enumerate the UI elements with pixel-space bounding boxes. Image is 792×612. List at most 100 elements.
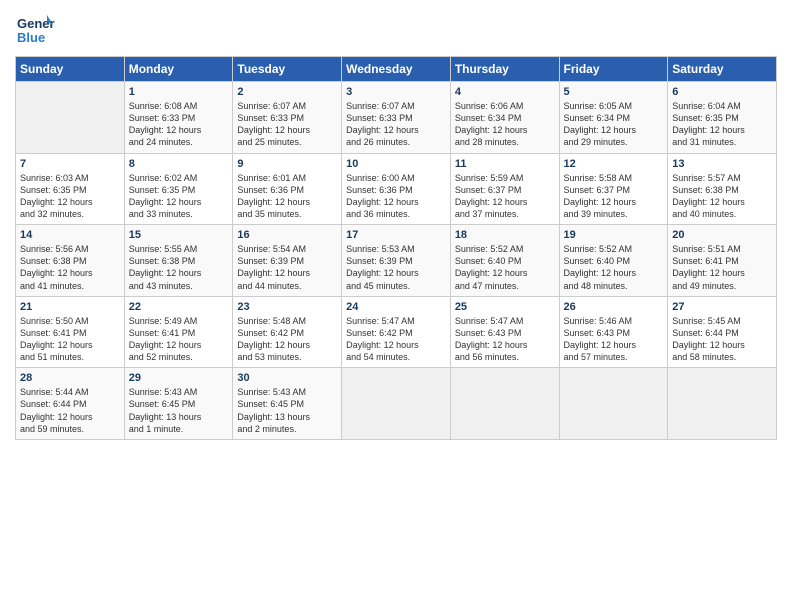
calendar-cell: 20 Sunrise: 5:51 AM Sunset: 6:41 PM Dayli… [668, 225, 777, 297]
calendar-cell: 27 Sunrise: 5:45 AM Sunset: 6:44 PM Dayli… [668, 296, 777, 368]
day-info: Sunrise: 5:46 AM Sunset: 6:43 PM Dayligh… [564, 315, 664, 364]
day-number: 24 [346, 301, 446, 313]
calendar-cell: 26 Sunrise: 5:46 AM Sunset: 6:43 PM Dayli… [559, 296, 668, 368]
day-number: 20 [672, 229, 772, 241]
week-row-5: 28 Sunrise: 5:44 AM Sunset: 6:44 PM Dayli… [16, 368, 777, 440]
col-header-wednesday: Wednesday [342, 57, 451, 82]
calendar-cell: 8Sunrise: 6:02 AM Sunset: 6:35 PM Daylig… [124, 153, 233, 225]
col-header-monday: Monday [124, 57, 233, 82]
col-header-thursday: Thursday [450, 57, 559, 82]
day-number: 25 [455, 301, 555, 313]
day-info: Sunrise: 5:49 AM Sunset: 6:41 PM Dayligh… [129, 315, 229, 364]
day-number: 15 [129, 229, 229, 241]
week-row-1: 1 Sunrise: 6:08 AM Sunset: 6:33 PM Daylig… [16, 82, 777, 154]
day-info: Sunrise: 5:53 AM Sunset: 6:39 PM Dayligh… [346, 243, 446, 292]
calendar-cell: 2Sunrise: 6:07 AM Sunset: 6:33 PM Daylig… [233, 82, 342, 154]
calendar-cell: 5 Sunrise: 6:05 AM Sunset: 6:34 PM Daylig… [559, 82, 668, 154]
day-number: 4 [455, 86, 555, 98]
calendar-cell: 13 Sunrise: 5:57 AM Sunset: 6:38 PM Dayli… [668, 153, 777, 225]
day-info: Sunrise: 5:47 AM Sunset: 6:43 PM Dayligh… [455, 315, 555, 364]
day-number: 27 [672, 301, 772, 313]
calendar-cell: 1 Sunrise: 6:08 AM Sunset: 6:33 PM Daylig… [124, 82, 233, 154]
day-number: 12 [564, 158, 664, 170]
day-info: Sunrise: 5:56 AM Sunset: 6:38 PM Dayligh… [20, 243, 120, 292]
day-info: Sunrise: 6:03 AM Sunset: 6:35 PM Dayligh… [20, 172, 120, 221]
calendar-cell [342, 368, 451, 440]
week-row-2: 7 Sunrise: 6:03 AM Sunset: 6:35 PM Daylig… [16, 153, 777, 225]
header-row: SundayMondayTuesdayWednesdayThursdayFrid… [16, 57, 777, 82]
week-row-4: 21 Sunrise: 5:50 AM Sunset: 6:41 PM Dayli… [16, 296, 777, 368]
day-info: Sunrise: 6:05 AM Sunset: 6:34 PM Dayligh… [564, 100, 664, 149]
calendar-cell [16, 82, 125, 154]
logo-icon: General Blue [15, 10, 55, 50]
calendar-cell: 30 Sunrise: 5:43 AM Sunset: 6:45 PM Dayli… [233, 368, 342, 440]
calendar-cell: 9 Sunrise: 6:01 AM Sunset: 6:36 PM Daylig… [233, 153, 342, 225]
day-info: Sunrise: 6:01 AM Sunset: 6:36 PM Dayligh… [237, 172, 337, 221]
day-number: 3 [346, 86, 446, 98]
day-number: 30 [237, 372, 337, 384]
day-info: Sunrise: 6:08 AM Sunset: 6:33 PM Dayligh… [129, 100, 229, 149]
day-info: Sunrise: 5:47 AM Sunset: 6:42 PM Dayligh… [346, 315, 446, 364]
calendar-cell: 17 Sunrise: 5:53 AM Sunset: 6:39 PM Dayli… [342, 225, 451, 297]
day-number: 2 [237, 86, 337, 98]
day-number: 22 [129, 301, 229, 313]
day-info: Sunrise: 5:59 AM Sunset: 6:37 PM Dayligh… [455, 172, 555, 221]
day-info: Sunrise: 5:57 AM Sunset: 6:38 PM Dayligh… [672, 172, 772, 221]
calendar-cell: 28 Sunrise: 5:44 AM Sunset: 6:44 PM Dayli… [16, 368, 125, 440]
col-header-sunday: Sunday [16, 57, 125, 82]
calendar-cell: 21 Sunrise: 5:50 AM Sunset: 6:41 PM Dayli… [16, 296, 125, 368]
logo: General Blue [15, 10, 59, 50]
day-number: 11 [455, 158, 555, 170]
day-info: Sunrise: 6:07 AM Sunset: 6:33 PM Dayligh… [346, 100, 446, 149]
day-number: 13 [672, 158, 772, 170]
calendar-cell: 6 Sunrise: 6:04 AM Sunset: 6:35 PM Daylig… [668, 82, 777, 154]
day-number: 5 [564, 86, 664, 98]
col-header-saturday: Saturday [668, 57, 777, 82]
calendar-cell: 19Sunrise: 5:52 AM Sunset: 6:40 PM Dayli… [559, 225, 668, 297]
calendar-cell [559, 368, 668, 440]
calendar-cell: 16 Sunrise: 5:54 AM Sunset: 6:39 PM Dayli… [233, 225, 342, 297]
calendar-cell: 7 Sunrise: 6:03 AM Sunset: 6:35 PM Daylig… [16, 153, 125, 225]
day-info: Sunrise: 6:06 AM Sunset: 6:34 PM Dayligh… [455, 100, 555, 149]
day-number: 16 [237, 229, 337, 241]
day-number: 26 [564, 301, 664, 313]
day-info: Sunrise: 5:54 AM Sunset: 6:39 PM Dayligh… [237, 243, 337, 292]
day-info: Sunrise: 5:44 AM Sunset: 6:44 PM Dayligh… [20, 386, 120, 435]
day-info: Sunrise: 5:43 AM Sunset: 6:45 PM Dayligh… [129, 386, 229, 435]
day-info: Sunrise: 6:04 AM Sunset: 6:35 PM Dayligh… [672, 100, 772, 149]
day-number: 10 [346, 158, 446, 170]
day-number: 7 [20, 158, 120, 170]
day-info: Sunrise: 5:58 AM Sunset: 6:37 PM Dayligh… [564, 172, 664, 221]
day-info: Sunrise: 5:50 AM Sunset: 6:41 PM Dayligh… [20, 315, 120, 364]
svg-text:Blue: Blue [17, 30, 45, 45]
day-info: Sunrise: 6:00 AM Sunset: 6:36 PM Dayligh… [346, 172, 446, 221]
calendar-cell: 25 Sunrise: 5:47 AM Sunset: 6:43 PM Dayli… [450, 296, 559, 368]
day-number: 29 [129, 372, 229, 384]
calendar-cell: 4 Sunrise: 6:06 AM Sunset: 6:34 PM Daylig… [450, 82, 559, 154]
day-info: Sunrise: 5:43 AM Sunset: 6:45 PM Dayligh… [237, 386, 337, 435]
calendar-cell: 3 Sunrise: 6:07 AM Sunset: 6:33 PM Daylig… [342, 82, 451, 154]
calendar-cell: 22 Sunrise: 5:49 AM Sunset: 6:41 PM Dayli… [124, 296, 233, 368]
day-number: 18 [455, 229, 555, 241]
calendar-cell: 14 Sunrise: 5:56 AM Sunset: 6:38 PM Dayli… [16, 225, 125, 297]
day-number: 6 [672, 86, 772, 98]
day-number: 9 [237, 158, 337, 170]
calendar-table: SundayMondayTuesdayWednesdayThursdayFrid… [15, 56, 777, 440]
day-info: Sunrise: 5:51 AM Sunset: 6:41 PM Dayligh… [672, 243, 772, 292]
day-number: 17 [346, 229, 446, 241]
calendar-cell: 11 Sunrise: 5:59 AM Sunset: 6:37 PM Dayli… [450, 153, 559, 225]
day-number: 23 [237, 301, 337, 313]
svg-text:General: General [17, 16, 55, 31]
day-info: Sunrise: 5:55 AM Sunset: 6:38 PM Dayligh… [129, 243, 229, 292]
day-info: Sunrise: 6:02 AM Sunset: 6:35 PM Dayligh… [129, 172, 229, 221]
day-info: Sunrise: 5:45 AM Sunset: 6:44 PM Dayligh… [672, 315, 772, 364]
calendar-cell: 23Sunrise: 5:48 AM Sunset: 6:42 PM Dayli… [233, 296, 342, 368]
day-info: Sunrise: 5:52 AM Sunset: 6:40 PM Dayligh… [564, 243, 664, 292]
calendar-cell: 10 Sunrise: 6:00 AM Sunset: 6:36 PM Dayli… [342, 153, 451, 225]
header: General Blue [15, 10, 777, 50]
day-number: 28 [20, 372, 120, 384]
calendar-cell: 29 Sunrise: 5:43 AM Sunset: 6:45 PM Dayli… [124, 368, 233, 440]
day-number: 21 [20, 301, 120, 313]
day-number: 1 [129, 86, 229, 98]
day-number: 14 [20, 229, 120, 241]
